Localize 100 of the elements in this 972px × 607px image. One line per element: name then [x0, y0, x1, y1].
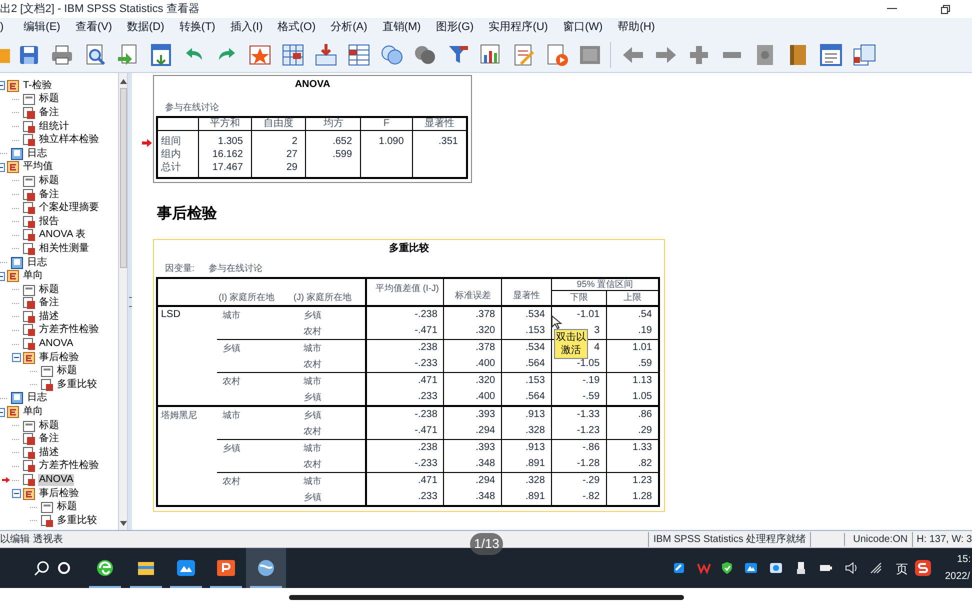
tree-item[interactable]: 备注: [38, 106, 60, 119]
tree-item[interactable]: 描述: [38, 310, 60, 323]
print-icon[interactable]: [50, 42, 74, 66]
tree-item[interactable]: 事后检验: [38, 352, 80, 364]
table-cell: .534: [502, 306, 552, 322]
row-header: 农村: [292, 322, 366, 339]
table-cell: 1.13: [606, 372, 659, 388]
insert-row-icon[interactable]: [314, 42, 338, 66]
usb-icon[interactable]: [794, 561, 808, 575]
menu-item[interactable]: 查看(V): [75, 19, 112, 36]
minimize-icon[interactable]: [887, 8, 897, 10]
grid-icon[interactable]: [280, 42, 304, 66]
tree-item[interactable]: 备注: [38, 433, 60, 446]
tree-item[interactable]: 方差齐性检验: [38, 460, 100, 472]
window-icon[interactable]: [818, 42, 842, 66]
table-cell: .348: [444, 488, 502, 506]
tree-item[interactable]: ANOVA: [38, 474, 74, 486]
row-header: 城市: [292, 439, 366, 456]
table-cell: 17.467: [198, 161, 252, 178]
document-icon[interactable]: [148, 42, 172, 66]
collapse-toggle[interactable]: [12, 353, 21, 362]
tree-item[interactable]: 单向: [22, 270, 44, 282]
tree-item[interactable]: 标题: [38, 93, 60, 106]
table-icon: [23, 446, 35, 459]
input-method-indicator[interactable]: 页: [896, 560, 908, 578]
menu-item[interactable]: 图形(G): [436, 19, 474, 36]
tree-item[interactable]: 平均值: [22, 161, 54, 174]
menu-item[interactable]: 编辑(E): [24, 19, 60, 36]
restore-icon[interactable]: [941, 4, 950, 14]
tree-item[interactable]: 备注: [38, 297, 60, 310]
column-header: (J) 家庭所在地: [292, 278, 366, 306]
mountain-app-icon[interactable]: [176, 558, 196, 578]
menu-item[interactable]: 帮助(H): [618, 19, 655, 36]
export-icon[interactable]: [116, 42, 140, 66]
tree-item[interactable]: T-检验: [22, 80, 53, 92]
notes-icon: [23, 188, 35, 201]
menu-item[interactable]: ): [0, 19, 4, 36]
clock-time[interactable]: 15:: [957, 552, 971, 567]
menu-item[interactable]: 格式(O): [278, 19, 316, 36]
table-cell: .652: [306, 130, 361, 148]
menu-item[interactable]: 窗口(W): [562, 19, 603, 36]
globe-icon[interactable]: [256, 558, 276, 578]
tree-item[interactable]: 独立样本检验: [38, 134, 100, 146]
tree-item[interactable]: ANOVA 表: [38, 229, 86, 242]
tree-item[interactable]: 报告: [38, 216, 60, 228]
table-cell: .378: [444, 339, 502, 356]
row-header: 乡镇: [216, 439, 292, 472]
circles-icon[interactable]: [380, 42, 404, 66]
tree-item[interactable]: 标题: [56, 501, 78, 514]
pointer-arrow-icon: [2, 477, 10, 484]
tree-item[interactable]: 标题: [56, 365, 78, 378]
documents-icon[interactable]: [852, 42, 876, 66]
wifi-icon[interactable]: [869, 561, 883, 575]
scrollbar[interactable]: [118, 73, 128, 530]
tree-item[interactable]: 相关性测量: [38, 242, 90, 255]
table-cell: -.19: [551, 372, 606, 388]
tree-item[interactable]: 标题: [38, 420, 60, 432]
presentation-app-icon[interactable]: [216, 558, 236, 578]
chart-icon[interactable]: [478, 42, 502, 66]
mountain-app-icon[interactable]: [744, 561, 758, 575]
tree-item[interactable]: 标题: [38, 174, 60, 187]
edit-document-icon[interactable]: [512, 42, 536, 66]
tree-item[interactable]: 多重比较: [56, 378, 98, 391]
tree-item[interactable]: 日志: [26, 256, 48, 269]
shield-icon[interactable]: [720, 561, 734, 575]
log-icon: [11, 392, 23, 404]
menu-item[interactable]: 分析(A): [330, 19, 368, 36]
table-cell: .238: [366, 439, 444, 456]
collapse-toggle[interactable]: [12, 489, 21, 498]
table-icon: [23, 324, 35, 336]
table-cell: -.233: [366, 356, 444, 372]
chat-app-icon[interactable]: [769, 561, 783, 575]
tree-item[interactable]: 日志: [26, 148, 48, 160]
document-play-icon[interactable]: [544, 42, 568, 66]
s-logo-icon[interactable]: [915, 560, 931, 576]
tree-item[interactable]: 单向: [22, 406, 44, 418]
menu-item[interactable]: 转换(T): [179, 19, 216, 36]
scroll-down-icon[interactable]: [120, 521, 126, 526]
table-cell: .393: [444, 406, 502, 422]
speaker-icon[interactable]: [844, 561, 858, 575]
tree-item[interactable]: 事后检验: [38, 488, 80, 500]
tree-item[interactable]: 多重比较: [56, 514, 98, 527]
tree-item[interactable]: 个案处理摘要: [38, 202, 100, 214]
tree-item[interactable]: 标题: [38, 284, 60, 296]
menu-item[interactable]: 插入(I): [230, 19, 263, 36]
w-logo-icon[interactable]: [697, 561, 711, 575]
table-icon[interactable]: [346, 42, 370, 66]
tree-item[interactable]: 描述: [38, 446, 60, 459]
tree-item[interactable]: 备注: [38, 188, 60, 201]
menu-item[interactable]: 直销(M): [382, 19, 421, 36]
tree-item[interactable]: 组统计: [38, 120, 70, 133]
tree-item[interactable]: ANOVA: [38, 338, 74, 350]
menu-item[interactable]: 数据(D): [127, 19, 164, 36]
menu-item[interactable]: 实用程序(U): [488, 19, 548, 36]
clock-date[interactable]: 2022/: [945, 569, 970, 584]
browser-icon[interactable]: [95, 558, 115, 578]
scroll-up-icon[interactable]: [120, 79, 126, 84]
tree-item[interactable]: 日志: [26, 392, 48, 404]
tree-item[interactable]: 方差齐性检验: [38, 324, 100, 336]
pencil-app-icon[interactable]: [672, 561, 686, 575]
